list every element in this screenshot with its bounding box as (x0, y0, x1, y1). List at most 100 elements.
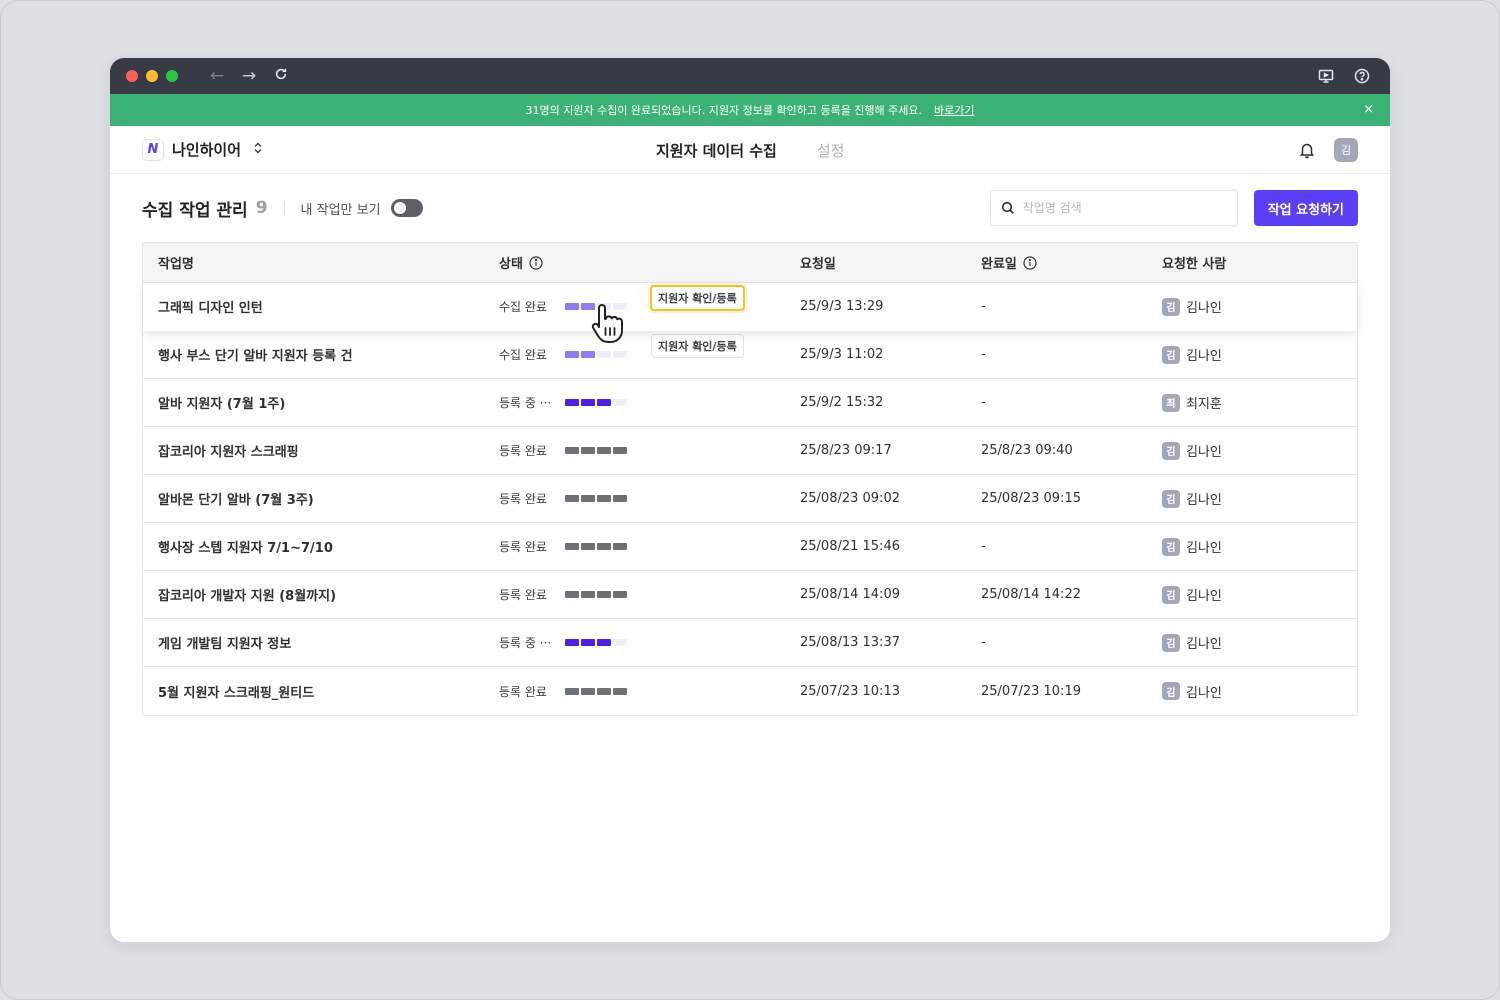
progress-segment (597, 399, 611, 406)
progress-segment (597, 639, 611, 646)
job-count: 9 (255, 198, 268, 218)
table-row[interactable]: 잡코리아 지원자 스크래핑 등록 완료 25/8/23 09:17 25/8/23 0… (143, 427, 1357, 475)
header-actions: 김 (1298, 126, 1358, 174)
table-row[interactable]: 그래픽 디자인 인턴 수집 완료 지원자 확인/등록 25/9/3 13:29 - 김 김나… (143, 283, 1357, 331)
jobs-table: 작업명 상태 요청일 완료일 요청한 사람 그래픽 디자인 인턴 수집 완료 지원자… (142, 242, 1358, 716)
close-icon[interactable]: × (1363, 102, 1374, 117)
job-name: 그래픽 디자인 인턴 (158, 301, 263, 316)
table-row[interactable]: 알바몬 단기 알바 (7월 3주) 등록 완료 25/08/23 09:02 25/0… (143, 475, 1357, 523)
requester-avatar: 김 (1162, 682, 1180, 700)
requester: 김 김나인 (1162, 682, 1357, 701)
arrow-left-icon[interactable]: ← (208, 67, 226, 85)
requester-cell: 김 김나인 (1162, 633, 1357, 652)
requester-cell: 김 김나인 (1162, 297, 1357, 316)
search-input[interactable] (1022, 201, 1223, 215)
completed-date: - (981, 635, 986, 650)
progress-segment (565, 543, 579, 550)
bell-icon[interactable] (1298, 141, 1316, 159)
table-row[interactable]: 알바 지원자 (7월 1주) 등록 중 ··· 25/9/2 15:32 - 최 최지훈 (143, 379, 1357, 427)
completed-date: 25/08/14 14:22 (981, 587, 1081, 602)
header-status[interactable]: 상태 (499, 253, 800, 272)
table-row[interactable]: 잡코리아 개발자 지원 (8월까지) 등록 완료 25/08/14 14:09 25/… (143, 571, 1357, 619)
nav-tab-settings[interactable]: 설정 (817, 140, 845, 161)
progress-segment (581, 351, 595, 358)
close-window-button[interactable] (126, 70, 138, 82)
nav-tab-data-collection[interactable]: 지원자 데이터 수집 (656, 140, 777, 161)
progress-segment (597, 447, 611, 454)
requester: 김 김나인 (1162, 537, 1357, 556)
progress-segment (565, 687, 579, 695)
header-completed[interactable]: 완료일 (981, 253, 1162, 272)
requested-date: 25/07/23 10:13 (800, 683, 900, 699)
requested-date: 25/08/14 14:09 (800, 587, 900, 602)
search-icon (1001, 201, 1015, 215)
info-icon[interactable] (529, 255, 543, 270)
progress-segment (613, 303, 627, 310)
completed-date: - (981, 395, 986, 410)
requester-avatar: 김 (1162, 345, 1180, 364)
help-icon[interactable] (1354, 68, 1370, 84)
progress-segment (613, 639, 627, 646)
workspace-switcher[interactable]: N 나인하이어 (142, 138, 263, 161)
requester-cell: 김 김나인 (1162, 489, 1357, 508)
review-applicants-button[interactable]: 지원자 확인/등록 (651, 334, 744, 358)
header-label: 완료일 (981, 257, 1017, 272)
header-requested[interactable]: 요청일 (800, 253, 981, 272)
table-row[interactable]: 게임 개발팀 지원자 정보 등록 중 ··· 25/08/13 13:37 - 김 김나인 (143, 619, 1357, 667)
review-applicants-button[interactable]: 지원자 확인/등록 (650, 285, 745, 311)
status-group: 등록 중 ··· (499, 394, 800, 411)
requester-avatar: 김 (1162, 585, 1180, 604)
table-row[interactable]: 행사장 스텝 지원자 7/1~7/10 등록 완료 25/08/21 15:46 - 김… (143, 523, 1357, 571)
progress-segment (613, 687, 627, 695)
requester-cell: 김 김나인 (1162, 441, 1357, 460)
requester-cell: 김 김나인 (1162, 585, 1357, 604)
progress-segment (565, 495, 579, 502)
arrow-right-icon[interactable]: → (240, 67, 258, 85)
requester: 김 김나인 (1162, 489, 1357, 508)
header-job-name[interactable]: 작업명 (143, 253, 499, 272)
requester-name: 김나인 (1186, 541, 1222, 556)
status-cell: 등록 완료 (499, 586, 800, 603)
my-jobs-toggle[interactable] (390, 199, 423, 217)
status-group: 등록 완료 (499, 442, 800, 459)
status-label: 등록 완료 (499, 444, 547, 458)
refresh-icon[interactable] (272, 67, 290, 85)
requester-name: 김나인 (1186, 589, 1222, 604)
requester: 김 김나인 (1162, 345, 1357, 364)
requester-cell: 김 김나인 (1162, 345, 1357, 364)
requested-date: 25/9/3 11:02 (800, 347, 884, 362)
minimize-window-button[interactable] (146, 70, 158, 82)
requester-cell: 김 김나인 (1162, 682, 1357, 701)
progress-bar (565, 687, 627, 695)
status-group: 등록 완료 (499, 683, 800, 700)
maximize-window-button[interactable] (166, 70, 178, 82)
progress-segment (565, 399, 579, 406)
completed-date: 25/08/23 09:15 (981, 491, 1081, 506)
status-group: 등록 중 ··· (499, 634, 800, 651)
completed-date: - (981, 539, 986, 554)
header-requester[interactable]: 요청한 사람 (1162, 253, 1357, 272)
completed-date: 25/07/23 10:19 (981, 683, 1081, 699)
screen-share-icon[interactable] (1318, 68, 1334, 84)
table-row[interactable]: 행사 부스 단기 알바 지원자 등록 건 수집 완료 지원자 확인/등록 25/9/3… (143, 331, 1357, 379)
status-group: 수집 완료 지원자 확인/등록 (499, 285, 800, 315)
requester-avatar: 김 (1162, 537, 1180, 556)
request-job-button[interactable]: 작업 요청하기 (1253, 190, 1358, 226)
status-cell: 수집 완료 지원자 확인/등록 (499, 285, 800, 315)
progress-segment (597, 591, 611, 598)
my-jobs-toggle-label: 내 작업만 보기 (300, 202, 381, 218)
progress-segment (565, 303, 579, 310)
banner-link[interactable]: 바로가기 (934, 102, 974, 118)
user-avatar[interactable]: 김 (1334, 138, 1358, 162)
progress-bar (565, 399, 627, 406)
requested-date: 25/9/2 15:32 (800, 395, 884, 410)
status-cell: 등록 완료 (499, 490, 800, 507)
search-box[interactable] (989, 190, 1238, 226)
table-row[interactable]: 5월 지원자 스크래핑_원티드 등록 완료 25/07/23 10:13 25/07/… (143, 667, 1357, 715)
progress-segment (613, 543, 627, 550)
chevron-updown-icon (253, 142, 263, 157)
app-header: N 나인하이어 지원자 데이터 수집 설정 김 (110, 126, 1390, 174)
job-name: 게임 개발팀 지원자 정보 (158, 637, 292, 652)
progress-segment (581, 687, 595, 695)
info-icon[interactable] (1023, 255, 1037, 270)
